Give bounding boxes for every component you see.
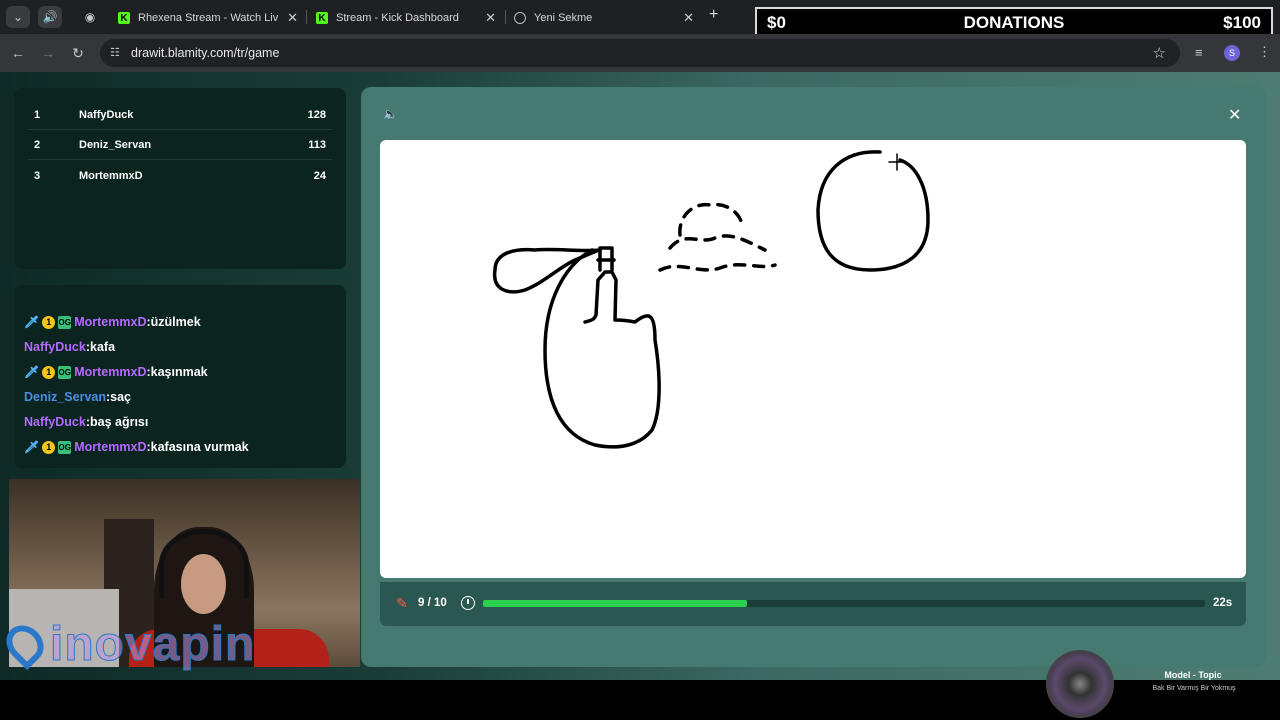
chat-message: 🗡 1 OG MortemmxD: kaşınmak [24, 362, 208, 382]
chat-message: 🗡 1 OG MortemmxD: üzülmek [24, 312, 201, 332]
chat-username[interactable]: Deniz_Servan [24, 390, 106, 404]
time-remaining: 22s [1213, 597, 1233, 609]
drawing-canvas[interactable] [380, 140, 1246, 578]
site-settings-icon[interactable]: ☷ [110, 46, 124, 60]
sword-badge-icon: 🗡 [24, 315, 40, 329]
sword-badge-icon: 🗡 [24, 365, 40, 379]
reload-icon[interactable]: ↻ [68, 43, 88, 63]
back-icon[interactable]: ← [8, 43, 28, 63]
chat-message: Deniz_Servan: saç [24, 387, 131, 407]
leaderboard-row: 2 Deniz_Servan 113 [14, 132, 346, 160]
forward-icon[interactable]: → [38, 43, 58, 63]
drawing-strokes [492, 150, 930, 449]
divider [28, 129, 332, 130]
inovapin-wordmark: inovapin [49, 617, 256, 671]
leaderboard-row: 3 MortemmxD 24 [34, 170, 326, 182]
tab-separator [306, 10, 307, 24]
tab-kick-dashboard[interactable]: K Stream - Kick Dashboard ✕ [308, 4, 504, 32]
tab-search-button[interactable]: ⌄ [6, 6, 30, 28]
new-tab-button[interactable]: + [709, 6, 718, 24]
close-tab-icon[interactable]: ✕ [683, 10, 694, 26]
chat-username[interactable]: MortemmxD [74, 365, 146, 379]
leaderboard: 1 NaffyDuck 128 2 Deniz_Servan 113 3 Mor… [14, 88, 346, 269]
media-controls-icon[interactable]: ≡ [1195, 45, 1203, 60]
bookmark-star-icon[interactable]: ☆ [1153, 44, 1166, 62]
chat-panel: 🗡 1 OG MortemmxD: üzülmek NaffyDuck: kafa 🗡 1 OG M… [14, 285, 346, 468]
divider [28, 159, 332, 160]
sword-badge-icon: 🗡 [24, 440, 40, 454]
close-icon[interactable]: ✕ [1228, 105, 1241, 125]
url-text: drawit.blamity.com/tr/game [131, 46, 280, 60]
subscriber-badge-icon: 1 [42, 440, 56, 454]
chat-text: saç [110, 390, 132, 404]
chat-username[interactable]: MortemmxD [74, 315, 146, 329]
inovapin-logo: inovapin [0, 617, 255, 671]
og-badge-icon: OG [58, 440, 72, 454]
og-badge-icon: OG [58, 315, 72, 329]
stopwatch-icon [461, 596, 475, 610]
chrome-icon [514, 12, 526, 24]
chat-username[interactable]: NaffyDuck [24, 340, 86, 354]
headset [159, 529, 249, 599]
spray-mist-stroke [658, 202, 777, 272]
location-pin-icon [0, 617, 52, 671]
leaderboard-row: 1 NaffyDuck 128 [14, 102, 346, 130]
kick-logo-icon: K [316, 12, 328, 24]
address-bar[interactable]: ☷ drawit.blamity.com/tr/game ☆ [100, 39, 1180, 67]
tab-new-tab[interactable]: Yeni Sekme ✕ [506, 4, 702, 32]
pencil-icon: ✎ [396, 595, 408, 611]
donations-max: $100 [1223, 13, 1261, 32]
time-fill [483, 600, 747, 607]
spray-bulb-stroke [492, 247, 602, 294]
og-badge-icon: OG [58, 365, 72, 379]
chat-message: NaffyDuck: baş ağrısı [24, 412, 148, 432]
head-circle-stroke [816, 150, 930, 272]
close-tab-icon[interactable]: ✕ [485, 10, 496, 26]
bottle-body-stroke [543, 248, 661, 449]
chat-text: kafa [90, 340, 116, 354]
chat-username[interactable]: NaffyDuck [24, 415, 86, 429]
chat-message: NaffyDuck: kafa [24, 337, 115, 357]
tab-audio-icon[interactable]: 🔊 [38, 6, 62, 28]
cursor-crosshair [888, 153, 906, 171]
time-track [483, 600, 1205, 607]
subscriber-badge-icon: 1 [42, 315, 56, 329]
pinned-tab-icon[interactable]: ◉ [78, 6, 102, 28]
speaker-icon[interactable]: 🔈 [383, 107, 398, 121]
chat-text: üzülmek [150, 315, 201, 329]
chat-text: baş ağrısı [90, 415, 149, 429]
profile-avatar[interactable]: S [1224, 45, 1240, 61]
chat-text: kafasına vurmak [150, 440, 249, 454]
subscriber-badge-icon: 1 [42, 365, 56, 379]
chat-text: kaşınmak [150, 365, 208, 379]
album-art [1046, 650, 1114, 718]
chat-message: 🗡 1 OG MortemmxD: kafasına vurmak [24, 437, 249, 457]
tab-rhexena-stream[interactable]: K Rhexena Stream - Watch Live o ✕ [110, 4, 306, 32]
kick-logo-icon: K [118, 12, 130, 24]
donations-label: DONATIONS [963, 13, 1065, 32]
music-subtitle: Bak Bir Varmış Bir Yokmuş [1152, 685, 1236, 692]
menu-icon[interactable]: ⋮ [1258, 44, 1271, 60]
music-title: Model - Topic [1164, 670, 1222, 680]
close-tab-icon[interactable]: ✕ [287, 10, 298, 26]
chat-username[interactable]: MortemmxD [74, 440, 146, 454]
round-counter: 9 / 10 [418, 597, 447, 609]
